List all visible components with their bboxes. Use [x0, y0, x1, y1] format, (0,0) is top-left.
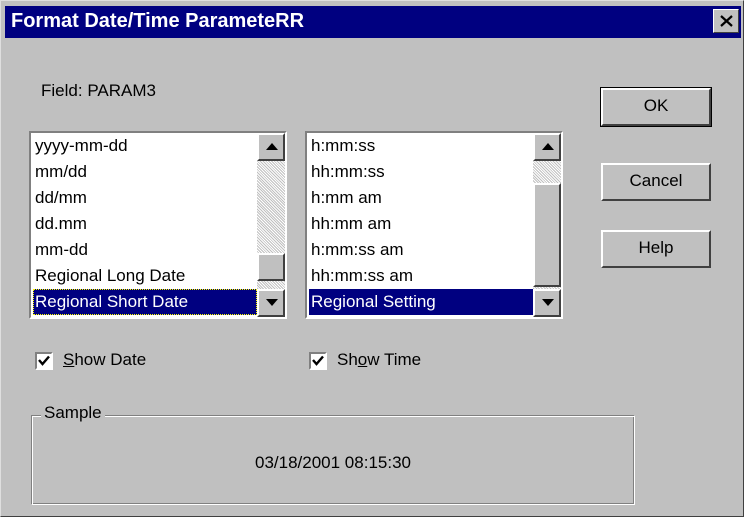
time-format-item[interactable]: hh:mm:ss [309, 159, 533, 185]
time-format-list[interactable]: h:mm:ss hh:mm:ss h:mm am hh:mm am h:mm:s… [305, 131, 563, 319]
date-format-item[interactable]: yyyy-mm-dd [33, 133, 257, 159]
time-format-item[interactable]: h:mm:ss [309, 133, 533, 159]
time-scroll-thumb[interactable] [533, 183, 561, 287]
field-row: Field: PARAM3 [41, 81, 156, 101]
date-scroll-thumb[interactable] [257, 253, 285, 281]
show-time-checkbox[interactable] [309, 352, 327, 370]
show-date-checkbox[interactable] [35, 352, 53, 370]
window-title: Format Date/Time ParameteRR [11, 10, 305, 32]
date-format-item[interactable]: mm-dd [33, 237, 257, 263]
date-format-item-selected[interactable]: Regional Short Date [33, 289, 257, 315]
date-format-item[interactable]: dd/mm [33, 185, 257, 211]
field-value: PARAM3 [87, 81, 156, 100]
time-format-item[interactable]: hh:mm am [309, 211, 533, 237]
cancel-button[interactable]: Cancel [601, 163, 711, 201]
time-format-item-selected[interactable]: Regional Setting [309, 289, 533, 315]
date-scroll-up-button[interactable] [257, 133, 285, 161]
show-time-label[interactable]: Show Time [337, 350, 421, 370]
format-datetime-dialog: Format Date/Time ParameteRR Field: PARAM… [0, 0, 744, 517]
sample-legend: Sample [41, 403, 105, 423]
close-icon [720, 15, 733, 27]
arrow-down-icon [266, 299, 278, 306]
date-format-list[interactable]: yyyy-mm-dd mm/dd dd/mm dd.mm mm-dd Regio… [29, 131, 287, 319]
help-button[interactable]: Help [601, 230, 711, 268]
checkmark-icon [38, 355, 50, 366]
time-scroll-down-button[interactable] [533, 289, 561, 317]
time-format-item[interactable]: h:mm am [309, 185, 533, 211]
time-format-item[interactable]: hh:mm:ss am [309, 263, 533, 289]
sample-value: 03/18/2001 08:15:30 [255, 453, 411, 472]
arrow-up-icon [542, 143, 554, 150]
time-list-scrollbar[interactable] [533, 133, 561, 317]
date-format-item[interactable]: Regional Long Date [33, 263, 257, 289]
title-bar[interactable]: Format Date/Time ParameteRR [5, 6, 741, 38]
time-scroll-up-button[interactable] [533, 133, 561, 161]
arrow-down-icon [542, 299, 554, 306]
time-format-item[interactable]: h:mm:ss am [309, 237, 533, 263]
ok-button[interactable]: OK [600, 87, 712, 127]
date-list-scrollbar[interactable] [257, 133, 285, 317]
show-date-label[interactable]: Show Date [63, 350, 146, 370]
date-scroll-down-button[interactable] [257, 289, 285, 317]
close-button[interactable] [713, 9, 739, 33]
date-format-item[interactable]: mm/dd [33, 159, 257, 185]
checkmark-icon [312, 355, 324, 366]
field-label: Field: [41, 81, 83, 100]
date-format-item[interactable]: dd.mm [33, 211, 257, 237]
arrow-up-icon [266, 143, 278, 150]
